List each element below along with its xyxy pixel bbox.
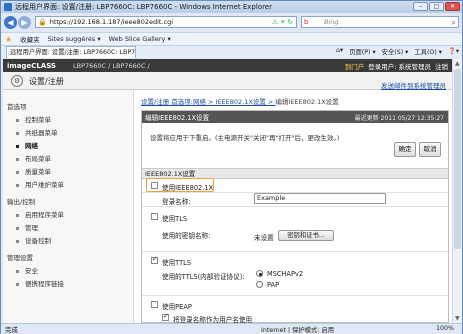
favorites-bar: ★ 收藏夹 Sites suggérés ▾ Web Slice Gallery… (1, 32, 462, 45)
browser-tab[interactable]: 远程用户界面: 设置/注册: LBP7660C: LBP7660C (6, 46, 136, 58)
sidebar-section-admin: 管理设置 (7, 254, 33, 262)
use-peap-label: 使用PEAP (162, 303, 192, 311)
key-name-value: 未设置 (254, 234, 274, 242)
sidebar-item-feeder[interactable]: 共纸器菜单 (16, 127, 58, 137)
sidebar-item-maintenance[interactable]: 用户维护菜单 (16, 179, 64, 189)
login-name-label: 登录名称: (162, 198, 191, 206)
window-title: 远程用户界面: 设置/注册: LBP7660C: LBP7660C - Wind… (15, 3, 272, 11)
favorites-label[interactable]: 收藏夹 (20, 34, 40, 44)
page-header: imageCLASS LBP7660C / LBP7660C / 到门户 登录用… (3, 59, 452, 72)
use-ieee-checkbox[interactable] (151, 182, 158, 189)
back-icon[interactable]: ◀ (4, 16, 17, 29)
address-bar: ◀ ▶ 🔒 https://192.168.1.187/ieee802edit.… (1, 14, 462, 31)
minimize-button[interactable]: – (413, 2, 428, 11)
bing-icon: b (304, 18, 309, 26)
restart-note: 设置将应用于下重启。(主电源开关"关闭"再"打开"后，更改生效。) (150, 134, 340, 142)
https-lock-icon: 🔒 (38, 18, 47, 26)
sidebar-item-security[interactable]: 安全 (16, 265, 38, 275)
login-user: 登录用户: 系统管理员 (368, 62, 431, 71)
key-name-label: 使用的密钥名称: (162, 232, 211, 240)
settings-gear-icon: ⚙ (11, 75, 23, 87)
page-title: 设置/注册 (29, 77, 64, 86)
scroll-up-icon[interactable]: ▲ (455, 60, 460, 67)
use-ieee-label: 使用IEEE802.1X (162, 184, 214, 192)
breadcrumb: 设置/注册 首选项:网络 > IEEE802.1X设置 > 编辑IEEE802.… (141, 96, 339, 106)
logout-link[interactable]: 注销 (435, 61, 448, 71)
scroll-thumb[interactable] (454, 69, 461, 249)
sidebar-item-quality[interactable]: 质量菜单 (16, 166, 51, 176)
security-zone: Internet | 保护模式: 启用 (261, 327, 335, 334)
fav-item-webslice[interactable]: Web Slice Gallery ▾ (109, 35, 171, 43)
sidebar-item-device-control[interactable]: 设备控制 (16, 235, 51, 245)
url-text: https://192.168.1.187/ieee802edit.cgi (49, 18, 174, 26)
certificate-error-icon[interactable]: ⚠ ✕ ↻ (272, 18, 293, 26)
use-tls-checkbox[interactable] (151, 213, 158, 220)
forward-icon[interactable]: ▶ (18, 16, 31, 29)
ttls-protocol-label: 使用的TTLS(内部验证协议): (162, 273, 245, 281)
panel-title: 编辑IEEE802.1X设置 (145, 114, 210, 122)
sidebar-item-layout[interactable]: 布局菜单 (16, 153, 51, 163)
scroll-down-icon[interactable]: ▼ (455, 315, 460, 322)
status-bar: 完成 Internet | 保护模式: 启用 100% (1, 323, 462, 334)
breadcrumb-current: 编辑IEEE802.1X设置 (275, 98, 339, 106)
user-as-login-label: 将登录名称作为用户名使用 (173, 316, 253, 323)
pap-label: PAP (267, 281, 280, 289)
search-box[interactable]: b Bing ⌕ (301, 16, 459, 28)
vertical-scrollbar[interactable]: ▲ ▼ (452, 59, 462, 323)
menu-tools[interactable]: 工具(O) ▾ (414, 47, 442, 56)
use-ttls-label: 使用TTLS (162, 259, 191, 267)
sidebar-item-apps[interactable]: 启用程序菜单 (16, 209, 64, 219)
brand-logo: imageCLASS (7, 61, 56, 70)
menu-help[interactable]: ❓▾ (448, 47, 459, 56)
settings-panel: 编辑IEEE802.1X设置 最近更新 2011 05/27 12:35:27 … (141, 110, 449, 323)
zoom-level[interactable]: 100% (436, 325, 454, 332)
maximize-button[interactable]: □ (429, 2, 444, 11)
key-cert-button[interactable]: 密钥和证书... (278, 230, 334, 241)
login-name-input[interactable]: Example (254, 193, 386, 204)
sidebar-item-portable-link[interactable]: 便携程序链接 (16, 278, 64, 288)
close-button[interactable]: ✕ (445, 2, 460, 11)
menu-page[interactable]: 页面(P) ▾ (349, 47, 375, 56)
sub-header: ⚙ 设置/注册 发送邮件到系统管理员 (3, 72, 452, 90)
home-icon[interactable]: ⌂▾ (336, 47, 343, 56)
model-name: LBP7660C / LBP7660C / (73, 61, 150, 70)
ok-button[interactable]: 确定 (394, 142, 416, 157)
use-peap-checkbox[interactable] (151, 301, 158, 308)
mail-admin-link[interactable]: 发送邮件到系统管理员 (381, 80, 446, 90)
breadcrumb-path[interactable]: 设置/注册 首选项:网络 > IEEE802.1X设置 > (141, 98, 275, 106)
web-page: imageCLASS LBP7660C / LBP7660C / 到门户 登录用… (3, 59, 452, 323)
mschapv2-radio[interactable] (256, 270, 263, 277)
title-bar: 远程用户界面: 设置/注册: LBP7660C: LBP7660C - Wind… (1, 1, 462, 13)
panel-header: 编辑IEEE802.1X设置 最近更新 2011 05/27 12:35:27 (142, 111, 448, 123)
browser-window: 远程用户界面: 设置/注册: LBP7660C: LBP7660C - Wind… (0, 0, 463, 334)
sidebar-item-manage[interactable]: 管理 (16, 222, 38, 232)
pap-radio[interactable] (256, 281, 263, 288)
cancel-button[interactable]: 取消 (419, 142, 441, 157)
status-text: 完成 (5, 326, 18, 334)
search-placeholder: Bing (324, 18, 339, 26)
sidebar-section-output: 输出/控制 (7, 198, 36, 206)
fav-item-suggested[interactable]: Sites suggérés ▾ (48, 35, 101, 43)
sidebar-section-preferences: 首选项 (7, 103, 27, 111)
sidebar-item-network[interactable]: 网络 (16, 140, 38, 150)
tab-row: 远程用户界面: 设置/注册: LBP7660C: LBP7660C ⌂▾ 页面(… (1, 45, 462, 58)
sidebar: 首选项 控制菜单 共纸器菜单 网络 布局菜单 质量菜单 用户维护菜单 输出/控制… (3, 90, 134, 323)
use-ttls-checkbox[interactable] (151, 255, 158, 264)
url-field[interactable]: 🔒 https://192.168.1.187/ieee802edit.cgi … (35, 16, 297, 28)
menu-safety[interactable]: 安全(S) ▾ (382, 47, 409, 56)
use-tls-label: 使用TLS (162, 215, 188, 223)
ie-icon (4, 3, 12, 11)
favorites-star-icon[interactable]: ★ (5, 35, 12, 44)
last-updated: 最近更新 2011 05/27 12:35:27 (354, 115, 444, 122)
portal-link[interactable]: 到门户 (345, 61, 365, 71)
user-as-login-checkbox[interactable] (162, 312, 169, 321)
sidebar-item-control[interactable]: 控制菜单 (16, 114, 51, 124)
mschapv2-label: MSCHAPv2 (267, 270, 304, 278)
search-icon[interactable]: ⌕ (452, 18, 456, 28)
